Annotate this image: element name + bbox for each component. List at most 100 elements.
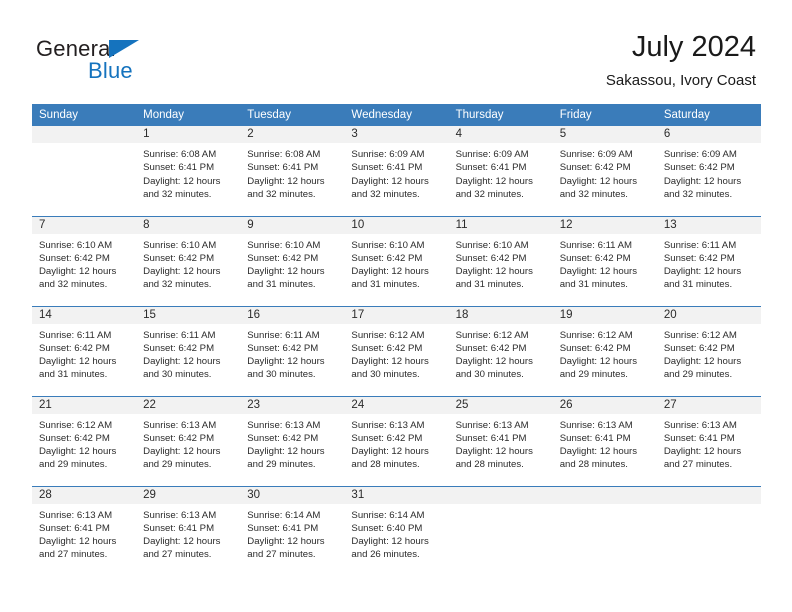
calendar-day-cell[interactable]: 31 Sunrise: 6:14 AM Sunset: 6:40 PM Dayli… — [344, 485, 449, 576]
calendar-day-cell[interactable]: 21 Sunrise: 6:12 AM Sunset: 6:42 PM Dayli… — [32, 395, 137, 486]
day-sun-info: Sunrise: 6:09 AM Sunset: 6:41 PM Dayligh… — [455, 149, 533, 200]
calendar-day-cell[interactable]: 1 Sunrise: 6:08 AM Sunset: 6:41 PM Daylig… — [136, 126, 241, 216]
day-sun-info: Sunrise: 6:14 AM Sunset: 6:41 PM Dayligh… — [247, 509, 325, 561]
calendar-day-cell[interactable]: 14 Sunrise: 6:11 AM Sunset: 6:42 PM Dayli… — [32, 305, 137, 396]
calendar-day-cell[interactable]: 26 Sunrise: 6:13 AM Sunset: 6:41 PM Dayli… — [552, 395, 657, 486]
day-number: 6 — [656, 126, 761, 143]
day-number: 11 — [448, 216, 553, 234]
day-number: 21 — [32, 396, 137, 414]
calendar-day-cell[interactable]: 6 Sunrise: 6:09 AM Sunset: 6:42 PM Daylig… — [656, 126, 761, 216]
day-number: 2 — [240, 126, 345, 143]
day-sun-info: Sunrise: 6:12 AM Sunset: 6:42 PM Dayligh… — [663, 329, 742, 381]
day-sun-info: Sunrise: 6:10 AM Sunset: 6:42 PM Dayligh… — [351, 239, 429, 291]
calendar-week-row: 28 Sunrise: 6:13 AM Sunset: 6:41 PM Dayli… — [32, 485, 761, 576]
day-sun-info: Sunrise: 6:12 AM Sunset: 6:42 PM Dayligh… — [559, 329, 638, 381]
day-number: 3 — [344, 126, 449, 143]
day-number: 31 — [344, 486, 449, 504]
day-number: 22 — [136, 396, 241, 414]
page-header: General Blue July 2024 Sakassou, Ivory C… — [0, 0, 792, 96]
day-number: 23 — [240, 396, 345, 414]
day-sun-info: Sunrise: 6:13 AM Sunset: 6:41 PM Dayligh… — [559, 419, 638, 471]
day-number: 12 — [552, 216, 657, 234]
day-number — [656, 486, 761, 504]
calendar-day-cell[interactable]: 17 Sunrise: 6:12 AM Sunset: 6:42 PM Dayli… — [344, 305, 449, 396]
day-sun-info: Sunrise: 6:09 AM Sunset: 6:42 PM Dayligh… — [559, 149, 638, 200]
day-sun-info: Sunrise: 6:11 AM Sunset: 6:42 PM Dayligh… — [39, 329, 117, 381]
day-sun-info: Sunrise: 6:14 AM Sunset: 6:40 PM Dayligh… — [351, 509, 429, 561]
calendar-day-cell-empty — [448, 485, 553, 576]
day-number: 18 — [448, 306, 553, 324]
day-number: 17 — [344, 306, 449, 324]
calendar-day-cell[interactable]: 15 Sunrise: 6:11 AM Sunset: 6:42 PM Dayli… — [136, 305, 241, 396]
calendar-day-cell[interactable]: 18 Sunrise: 6:12 AM Sunset: 6:42 PM Dayli… — [448, 305, 553, 396]
day-sun-info: Sunrise: 6:11 AM Sunset: 6:42 PM Dayligh… — [143, 329, 221, 381]
day-sun-info: Sunrise: 6:10 AM Sunset: 6:42 PM Dayligh… — [39, 239, 117, 291]
day-number: 20 — [656, 306, 761, 324]
day-sun-info: Sunrise: 6:13 AM Sunset: 6:42 PM Dayligh… — [351, 419, 429, 471]
calendar-week-row: 1 Sunrise: 6:08 AM Sunset: 6:41 PM Daylig… — [32, 126, 761, 216]
calendar-day-cell[interactable]: 20 Sunrise: 6:12 AM Sunset: 6:42 PM Dayli… — [656, 305, 761, 396]
day-sun-info: Sunrise: 6:13 AM Sunset: 6:42 PM Dayligh… — [247, 419, 325, 471]
calendar-page: General Blue July 2024 Sakassou, Ivory C… — [0, 0, 792, 612]
calendar-day-cell[interactable]: 8 Sunrise: 6:10 AM Sunset: 6:42 PM Daylig… — [136, 215, 241, 306]
calendar-day-cell[interactable]: 16 Sunrise: 6:11 AM Sunset: 6:42 PM Dayli… — [240, 305, 345, 396]
weekday-header-thursday: Thursday — [448, 104, 553, 126]
weekday-header-tuesday: Tuesday — [240, 104, 345, 126]
calendar-day-cell[interactable]: 28 Sunrise: 6:13 AM Sunset: 6:41 PM Dayli… — [32, 485, 137, 576]
calendar-day-cell[interactable]: 9 Sunrise: 6:10 AM Sunset: 6:42 PM Daylig… — [240, 215, 345, 306]
day-number: 28 — [32, 486, 137, 504]
calendar-day-cell[interactable]: 2 Sunrise: 6:08 AM Sunset: 6:41 PM Daylig… — [240, 126, 345, 216]
calendar-day-cell[interactable]: 27 Sunrise: 6:13 AM Sunset: 6:41 PM Dayli… — [656, 395, 761, 486]
calendar-day-cell[interactable]: 5 Sunrise: 6:09 AM Sunset: 6:42 PM Daylig… — [552, 126, 657, 216]
day-sun-info: Sunrise: 6:10 AM Sunset: 6:42 PM Dayligh… — [247, 239, 325, 291]
weekday-header-sunday: Sunday — [32, 104, 137, 126]
day-number: 29 — [136, 486, 241, 504]
calendar-day-cell[interactable]: 7 Sunrise: 6:10 AM Sunset: 6:42 PM Daylig… — [32, 215, 137, 306]
day-sun-info — [657, 504, 761, 509]
day-number: 1 — [136, 126, 241, 143]
day-number: 16 — [240, 306, 345, 324]
calendar-day-cell[interactable]: 22 Sunrise: 6:13 AM Sunset: 6:42 PM Dayli… — [136, 395, 241, 486]
day-number: 19 — [552, 306, 657, 324]
calendar-day-cell[interactable]: 10 Sunrise: 6:10 AM Sunset: 6:42 PM Dayli… — [344, 215, 449, 306]
calendar-day-cell[interactable]: 4 Sunrise: 6:09 AM Sunset: 6:41 PM Daylig… — [448, 126, 553, 216]
day-number — [448, 486, 553, 504]
weekday-header-friday: Friday — [552, 104, 657, 126]
calendar-body: 1 Sunrise: 6:08 AM Sunset: 6:41 PM Daylig… — [32, 126, 761, 576]
calendar-day-cell[interactable]: 19 Sunrise: 6:12 AM Sunset: 6:42 PM Dayli… — [552, 305, 657, 396]
day-number — [32, 126, 137, 143]
day-sun-info: Sunrise: 6:12 AM Sunset: 6:42 PM Dayligh… — [351, 329, 429, 381]
day-number: 30 — [240, 486, 345, 504]
weekday-header-saturday: Saturday — [656, 104, 761, 126]
day-sun-info — [449, 504, 553, 509]
calendar-day-cell[interactable]: 23 Sunrise: 6:13 AM Sunset: 6:42 PM Dayli… — [240, 395, 345, 486]
day-number: 15 — [136, 306, 241, 324]
page-title: July 2024 — [631, 31, 756, 63]
day-number: 25 — [448, 396, 553, 414]
calendar-week-row: 7 Sunrise: 6:10 AM Sunset: 6:42 PM Daylig… — [32, 215, 761, 306]
calendar-day-cell[interactable]: 24 Sunrise: 6:13 AM Sunset: 6:42 PM Dayli… — [344, 395, 449, 486]
calendar-day-cell[interactable]: 13 Sunrise: 6:11 AM Sunset: 6:42 PM Dayli… — [656, 215, 761, 306]
day-number: 13 — [656, 216, 761, 234]
day-sun-info: Sunrise: 6:10 AM Sunset: 6:42 PM Dayligh… — [455, 239, 533, 291]
title-block: July 2024 Sakassou, Ivory Coast — [606, 30, 756, 91]
day-sun-info — [553, 504, 657, 509]
calendar-day-cell[interactable]: 11 Sunrise: 6:10 AM Sunset: 6:42 PM Dayli… — [448, 215, 553, 306]
calendar-day-cell[interactable]: 12 Sunrise: 6:11 AM Sunset: 6:42 PM Dayli… — [552, 215, 657, 306]
calendar-day-cell[interactable]: 29 Sunrise: 6:13 AM Sunset: 6:41 PM Dayli… — [136, 485, 241, 576]
day-sun-info: Sunrise: 6:09 AM Sunset: 6:41 PM Dayligh… — [351, 149, 429, 200]
day-sun-info: Sunrise: 6:09 AM Sunset: 6:42 PM Dayligh… — [663, 149, 742, 200]
calendar-week-row: 21 Sunrise: 6:12 AM Sunset: 6:42 PM Dayli… — [32, 395, 761, 486]
calendar-day-cell[interactable]: 30 Sunrise: 6:14 AM Sunset: 6:41 PM Dayli… — [240, 485, 345, 576]
brand-name-blue: Blue — [88, 58, 133, 83]
calendar-day-cell[interactable]: 3 Sunrise: 6:09 AM Sunset: 6:41 PM Daylig… — [344, 126, 449, 216]
calendar-week-row: 14 Sunrise: 6:11 AM Sunset: 6:42 PM Dayli… — [32, 305, 761, 396]
calendar-grid: Sunday Monday Tuesday Wednesday Thursday… — [32, 104, 761, 576]
day-sun-info: Sunrise: 6:12 AM Sunset: 6:42 PM Dayligh… — [39, 419, 117, 471]
day-number: 9 — [240, 216, 345, 234]
weekday-header-row: Sunday Monday Tuesday Wednesday Thursday… — [32, 104, 761, 126]
day-sun-info: Sunrise: 6:13 AM Sunset: 6:41 PM Dayligh… — [39, 509, 117, 561]
calendar-day-cell[interactable]: 25 Sunrise: 6:13 AM Sunset: 6:41 PM Dayli… — [448, 395, 553, 486]
brand-logo[interactable]: General Blue — [36, 36, 216, 84]
calendar-day-cell-empty — [32, 126, 137, 216]
